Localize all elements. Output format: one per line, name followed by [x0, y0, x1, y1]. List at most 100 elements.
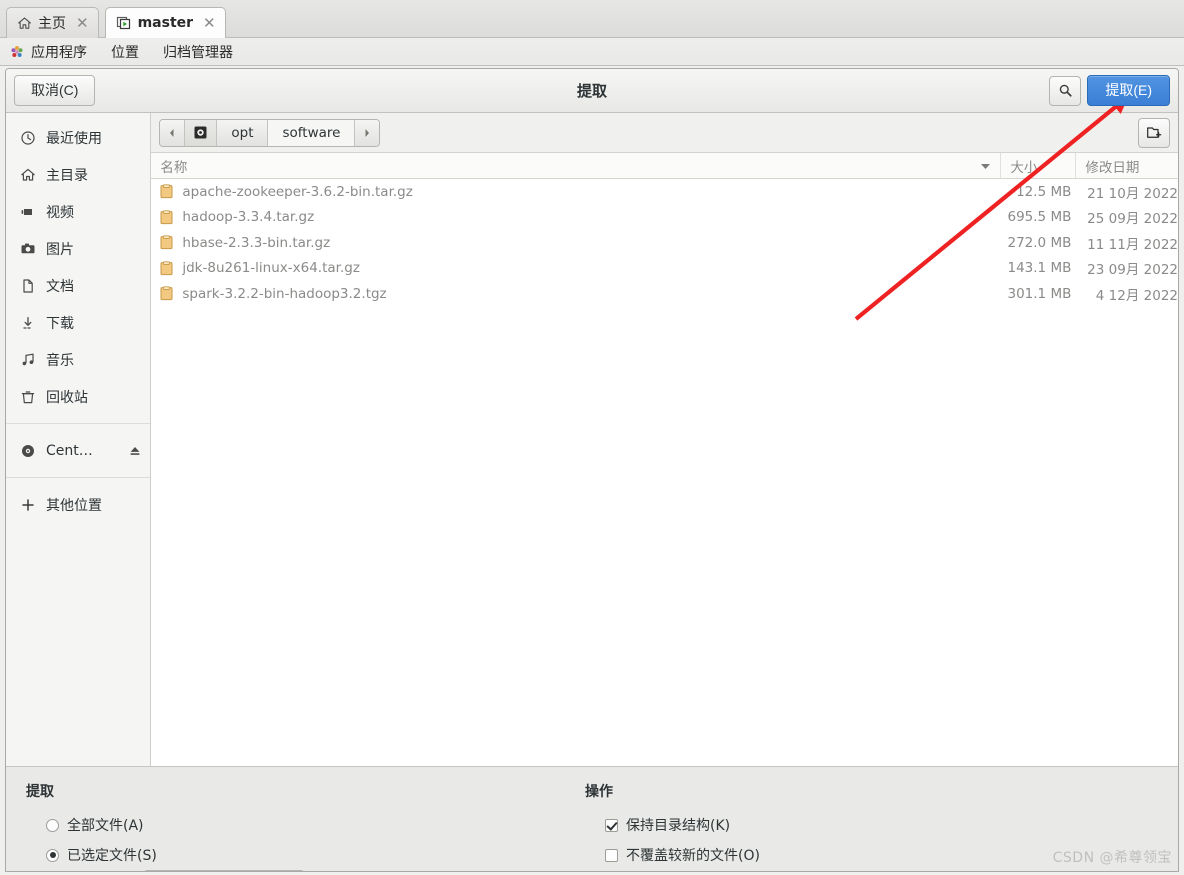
column-header-name[interactable]: 名称	[151, 153, 1002, 178]
path-prev-button[interactable]	[160, 119, 186, 146]
sidebar-item-trash[interactable]: 回收站	[6, 378, 150, 415]
radio-label: 已选定文件(S)	[67, 848, 157, 864]
video-icon	[20, 204, 36, 220]
radio-custom-files[interactable]: 文件(F)：	[26, 870, 304, 871]
sidebar-item-label: 图片	[46, 241, 74, 258]
sidebar-item-other-locations[interactable]: 其他位置	[6, 486, 150, 523]
eject-icon[interactable]	[128, 444, 142, 458]
menu-places[interactable]: 位置	[99, 40, 151, 64]
file-name-label: spark-3.2.2-bin-hadoop3.2.tgz	[182, 285, 387, 302]
file-name-label: hbase-2.3.3-bin.tar.gz	[182, 234, 331, 251]
file-size-cell: 143.1 MB	[1007, 260, 1072, 277]
tab-label: 主页	[38, 16, 66, 32]
radio-indicator[interactable]	[46, 848, 59, 862]
archive-icon	[160, 235, 174, 250]
radio-label: 全部文件(A)	[67, 818, 144, 834]
table-row[interactable]: hbase-2.3.3-bin.tar.gz 272.0 MB 11 11月 2…	[151, 230, 1178, 256]
path-next-button[interactable]	[355, 119, 380, 146]
extract-group-title: 提取	[26, 784, 54, 800]
plus-icon	[20, 497, 36, 513]
places-sidebar: 最近使用 主目录 视频 图片 文档 下载 音乐 回收站 Cent… 其他位置	[6, 113, 152, 766]
file-date-month: 09月	[1108, 262, 1140, 279]
trash-icon	[20, 389, 36, 405]
radio-selected-files[interactable]: 已选定文件(S)	[26, 840, 304, 870]
extract-button[interactable]: 提取(E)	[1087, 75, 1170, 106]
file-date-day: 25	[1087, 211, 1105, 228]
sidebar-item-pictures[interactable]: 图片	[6, 230, 150, 267]
headerbar-actions: 提取(E)	[1049, 75, 1170, 106]
camera-icon	[20, 241, 36, 257]
disc-icon	[20, 443, 36, 459]
new-folder-icon	[1146, 124, 1163, 141]
file-date-cell: 21 10月 2022	[1076, 182, 1178, 202]
menu-label: 归档管理器	[163, 44, 233, 61]
extract-options-group: 提取 全部文件(A) 已选定文件(S) 文件(F)：	[6, 781, 304, 871]
search-icon	[1058, 83, 1073, 98]
sidebar-item-label: 视频	[46, 204, 74, 221]
file-date-year: 2022	[1143, 236, 1178, 253]
watermark: CSDN @希尊领宝	[1052, 850, 1172, 866]
menu-label: 应用程序	[31, 44, 87, 61]
sidebar-item-recent[interactable]: 最近使用	[6, 119, 150, 156]
cancel-button[interactable]: 取消(C)	[14, 75, 96, 106]
menu-label: 位置	[111, 44, 139, 61]
file-list[interactable]: apache-zookeeper-3.6.2-bin.tar.gz 12.5 M…	[151, 179, 1178, 766]
file-date-cell: 25 09月 2022	[1076, 207, 1178, 227]
radio-all-files[interactable]: 全部文件(A)	[26, 810, 304, 840]
table-row[interactable]: spark-3.2.2-bin-hadoop3.2.tgz 301.1 MB 4…	[151, 281, 1178, 307]
options-pane: 提取 全部文件(A) 已选定文件(S) 文件(F)： 操作 保持目录结构(K)	[6, 766, 1178, 871]
file-date-month: 12月	[1108, 287, 1140, 304]
check-keep-directory-structure[interactable]: 保持目录结构(K)	[585, 810, 760, 840]
breadcrumb-opt[interactable]: opt	[217, 119, 269, 146]
sidebar-item-label: 下载	[46, 315, 74, 332]
close-icon[interactable]: ✕	[72, 15, 89, 31]
menu-applications[interactable]: 应用程序	[0, 40, 99, 64]
sidebar-item-label: 最近使用	[46, 130, 102, 147]
sidebar-item-label: 其他位置	[46, 497, 102, 514]
tab-master[interactable]: master ✕	[104, 7, 226, 38]
archive-icon	[160, 210, 174, 225]
terminal-run-icon	[116, 15, 132, 31]
table-row[interactable]: jdk-8u261-linux-x64.tar.gz 143.1 MB 23 0…	[151, 256, 1178, 282]
new-folder-button[interactable]	[1138, 117, 1170, 148]
file-name-label: jdk-8u261-linux-x64.tar.gz	[182, 260, 360, 277]
column-header-date[interactable]: 修改日期	[1076, 153, 1178, 178]
sidebar-item-home[interactable]: 主目录	[6, 156, 150, 193]
file-name-label: hadoop-3.3.4.tar.gz	[182, 209, 315, 226]
archive-icon	[160, 261, 174, 276]
file-name-label: apache-zookeeper-3.6.2-bin.tar.gz	[182, 183, 413, 200]
file-date-cell: 4 12月 2022	[1076, 284, 1178, 304]
actions-group-title: 操作	[584, 784, 613, 800]
close-icon[interactable]: ✕	[199, 15, 216, 31]
sidebar-item-documents[interactable]: 文档	[6, 267, 150, 304]
sidebar-item-downloads[interactable]: 下载	[6, 304, 150, 341]
checkbox-indicator[interactable]	[604, 818, 618, 832]
checkbox-label: 不覆盖较新的文件(O)	[625, 848, 760, 864]
file-name-cell: hadoop-3.3.4.tar.gz	[151, 209, 1001, 225]
table-row[interactable]: apache-zookeeper-3.6.2-bin.tar.gz 12.5 M…	[151, 179, 1178, 205]
breadcrumb: opt software	[159, 118, 381, 147]
sidebar-item-label: Cent…	[46, 442, 93, 459]
sidebar-item-music[interactable]: 音乐	[6, 341, 150, 378]
music-icon	[20, 352, 36, 368]
desktop-top-panel: 主页 ✕ master ✕ 应用程序 位置 归档管理器	[0, 0, 1184, 66]
search-button[interactable]	[1049, 75, 1082, 106]
sidebar-item-videos[interactable]: 视频	[6, 193, 150, 230]
breadcrumb-software[interactable]: software	[268, 119, 356, 146]
column-header-size[interactable]: 大小	[1001, 153, 1077, 178]
check-do-not-overwrite-newer[interactable]: 不覆盖较新的文件(O)	[585, 840, 760, 870]
checkbox-indicator[interactable]	[604, 848, 618, 862]
file-date-month: 09月	[1108, 211, 1140, 228]
download-icon	[20, 315, 36, 331]
files-pattern-input[interactable]	[143, 870, 304, 871]
drive-icon	[193, 125, 208, 140]
menu-archive-manager[interactable]: 归档管理器	[151, 40, 245, 64]
file-name-cell: hbase-2.3.3-bin.tar.gz	[151, 235, 1001, 251]
table-row[interactable]: hadoop-3.3.4.tar.gz 695.5 MB 25 09月 2022	[151, 205, 1178, 231]
clock-icon	[20, 130, 36, 146]
path-root-button[interactable]	[185, 119, 218, 146]
radio-indicator[interactable]	[46, 818, 59, 832]
sidebar-item-centos-drive[interactable]: Cent…	[6, 432, 150, 469]
file-date-day: 11	[1087, 236, 1105, 253]
tab-home[interactable]: 主页 ✕	[6, 7, 99, 38]
